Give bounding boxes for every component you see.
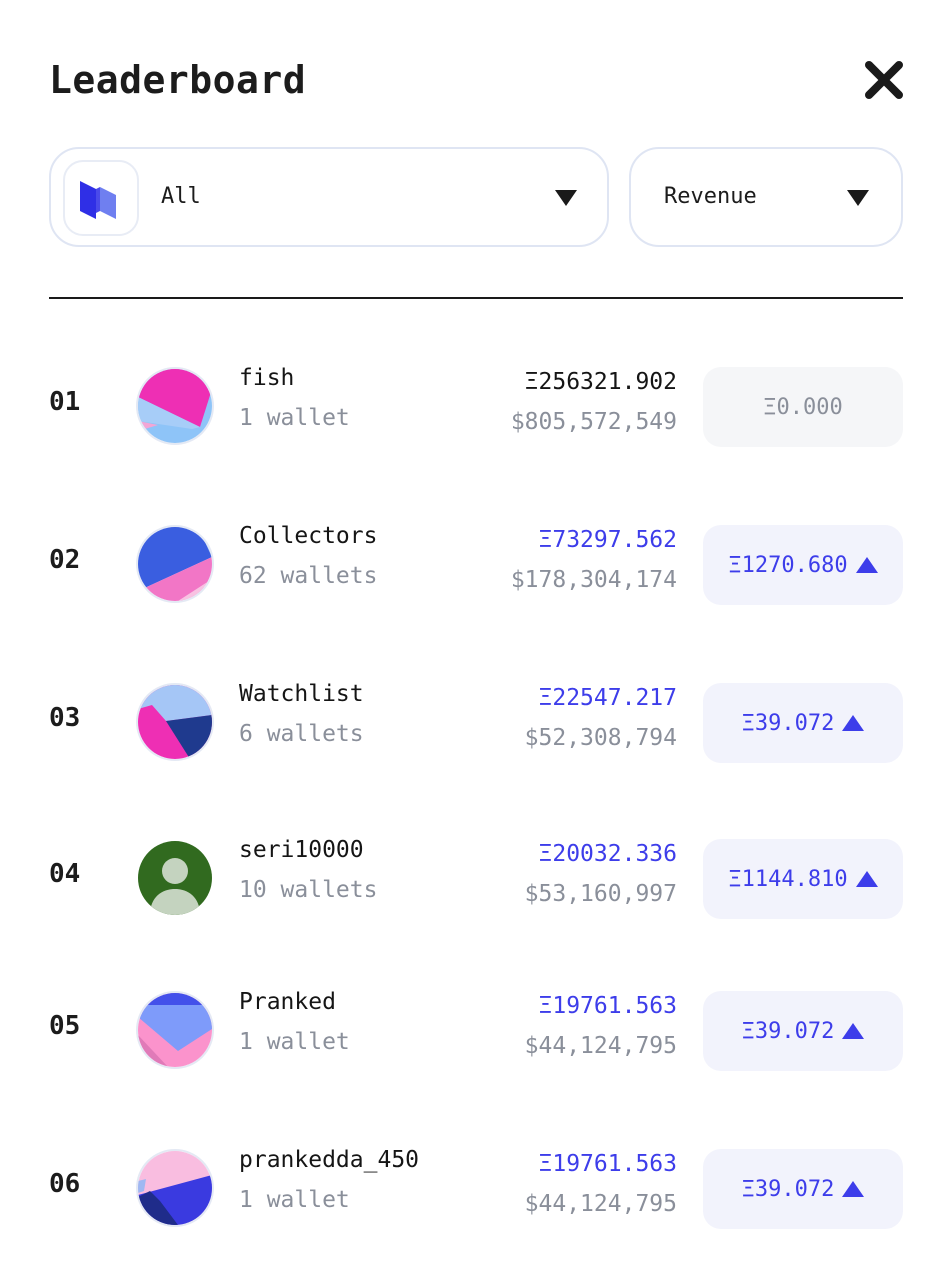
wallet-count: 10 wallets — [239, 877, 378, 903]
eth-value: Ξ73297.562 — [538, 527, 677, 553]
avatar — [136, 525, 214, 603]
change-value: Ξ1144.810 — [728, 866, 848, 892]
page-title: Leaderboard — [49, 58, 307, 102]
change-value: Ξ39.072 — [741, 1018, 835, 1044]
change-badge: Ξ0.000 — [703, 367, 903, 447]
leaderboard-name: seri10000 — [239, 837, 364, 863]
collection-logo — [63, 160, 139, 236]
collection-filter-dropdown[interactable]: All — [49, 147, 609, 247]
caret-down-icon — [555, 190, 577, 206]
change-badge: Ξ39.072 — [703, 683, 903, 763]
change-badge: Ξ39.072 — [703, 1149, 903, 1229]
collection-filter-value: All — [161, 184, 201, 209]
eth-value: Ξ22547.217 — [538, 685, 677, 711]
leaderboard-name: Pranked — [239, 989, 336, 1015]
wallet-count: 1 wallet — [239, 405, 350, 431]
rank-number: 02 — [49, 545, 81, 575]
collection-logo-icon — [80, 181, 116, 219]
avatar — [136, 367, 214, 445]
eth-value: Ξ19761.563 — [538, 993, 677, 1019]
rank-number: 01 — [49, 387, 81, 417]
change-value: Ξ0.000 — [763, 394, 843, 420]
leaderboard-panel: Leaderboard All Revenue 01 fish 1 wallet… — [0, 0, 952, 1286]
leaderboard-row[interactable]: 06 prankedda_450 1 wallet Ξ19761.563 $44… — [0, 1147, 952, 1229]
rank-number: 06 — [49, 1169, 81, 1199]
eth-value: Ξ19761.563 — [538, 1151, 677, 1177]
caret-down-icon — [847, 190, 869, 206]
avatar — [136, 683, 214, 761]
wallet-count: 1 wallet — [239, 1029, 350, 1055]
leaderboard-name: prankedda_450 — [239, 1147, 420, 1173]
leaderboard-row[interactable]: 04 seri10000 10 wallets Ξ20032.336 $53,1… — [0, 837, 952, 919]
avatar — [136, 991, 214, 1069]
change-value: Ξ1270.680 — [728, 552, 848, 578]
avatar — [136, 1149, 214, 1227]
triangle-up-icon — [855, 871, 878, 887]
triangle-up-icon — [842, 715, 865, 731]
rank-number: 04 — [49, 859, 81, 889]
wallet-count: 1 wallet — [239, 1187, 350, 1213]
usd-value: $805,572,549 — [510, 409, 677, 435]
avatar — [136, 839, 214, 917]
leaderboard-name: fish — [239, 365, 295, 391]
section-divider — [49, 297, 903, 299]
change-value: Ξ39.072 — [741, 710, 835, 736]
user-silhouette-icon — [138, 841, 212, 915]
triangle-up-icon — [842, 1181, 865, 1197]
eth-value: Ξ256321.902 — [524, 369, 677, 395]
leaderboard-name: Watchlist — [239, 681, 364, 707]
leaderboard-row[interactable]: 01 fish 1 wallet Ξ256321.902 $805,572,54… — [0, 365, 952, 447]
change-badge: Ξ39.072 — [703, 991, 903, 1071]
metric-filter-value: Revenue — [664, 184, 757, 209]
leaderboard-row[interactable]: 03 Watchlist 6 wallets Ξ22547.217 $52,30… — [0, 681, 952, 763]
wallet-count: 62 wallets — [239, 563, 378, 589]
change-value: Ξ39.072 — [741, 1176, 835, 1202]
usd-value: $53,160,997 — [524, 881, 677, 907]
close-icon — [865, 61, 903, 99]
leaderboard-name: Collectors — [239, 523, 378, 549]
usd-value: $178,304,174 — [510, 567, 677, 593]
close-button[interactable] — [862, 58, 906, 102]
change-badge: Ξ1270.680 — [703, 525, 903, 605]
triangle-up-icon — [855, 557, 878, 573]
change-badge: Ξ1144.810 — [703, 839, 903, 919]
triangle-up-icon — [842, 1023, 865, 1039]
usd-value: $44,124,795 — [524, 1033, 677, 1059]
usd-value: $52,308,794 — [524, 725, 677, 751]
usd-value: $44,124,795 — [524, 1191, 677, 1217]
rank-number: 03 — [49, 703, 81, 733]
leaderboard-row[interactable]: 02 Collectors 62 wallets Ξ73297.562 $178… — [0, 523, 952, 605]
wallet-count: 6 wallets — [239, 721, 364, 747]
leaderboard-row[interactable]: 05 Pranked 1 wallet Ξ19761.563 $44,124,7… — [0, 989, 952, 1071]
eth-value: Ξ20032.336 — [538, 841, 677, 867]
rank-number: 05 — [49, 1011, 81, 1041]
metric-filter-dropdown[interactable]: Revenue — [629, 147, 903, 247]
